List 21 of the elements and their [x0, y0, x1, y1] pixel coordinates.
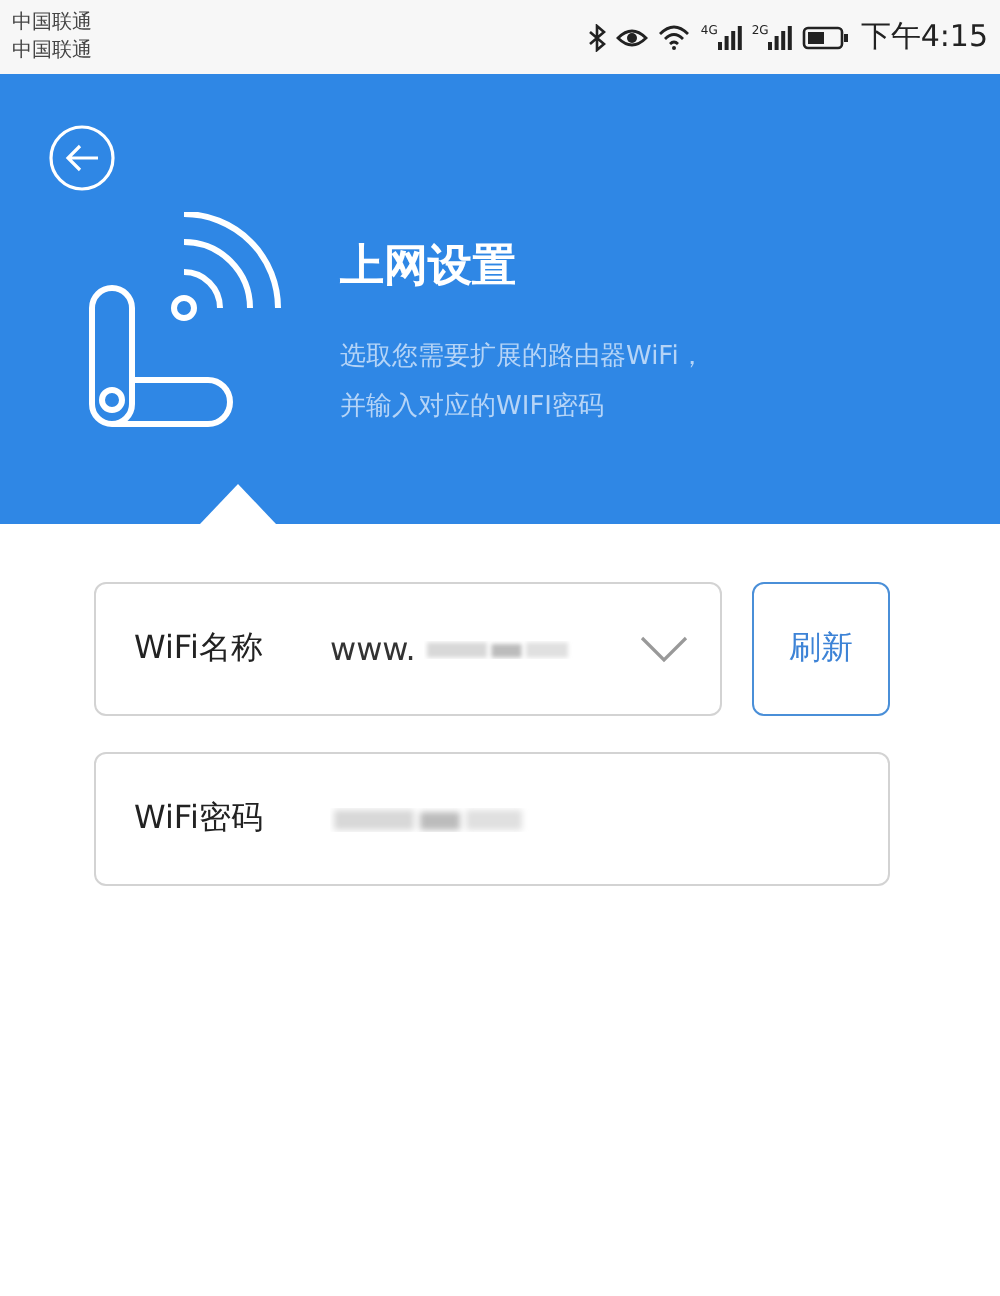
refresh-button[interactable]: 刷新	[752, 582, 890, 716]
wifi-icon	[658, 24, 691, 50]
chevron-down-icon	[640, 635, 688, 663]
bluetooth-icon	[588, 23, 607, 51]
page-title: 上网设置	[340, 240, 518, 296]
field-label: WiFi名称	[134, 628, 265, 670]
battery-icon	[802, 25, 851, 49]
clock-time: 下午4:15	[860, 18, 988, 56]
signal-icon	[768, 25, 793, 49]
carrier-name: 中国联通	[12, 38, 92, 64]
signal-icon	[717, 25, 742, 49]
page-subtitle: 并输入对应的WIFI密码	[340, 390, 606, 426]
password-field[interactable]: WiFi密码	[94, 752, 890, 886]
back-icon[interactable]	[48, 124, 116, 192]
field-value: www.	[330, 630, 416, 668]
field-label: WiFi密码	[134, 798, 265, 840]
carrier-name: 中国联通	[12, 10, 92, 36]
page-subtitle: 选取您需要扩展的路由器WiFi，	[340, 340, 705, 376]
pointer-notch	[200, 484, 276, 524]
wifi-name-dropdown[interactable]: WiFi名称 www.	[94, 582, 722, 716]
eye-icon	[616, 25, 649, 49]
